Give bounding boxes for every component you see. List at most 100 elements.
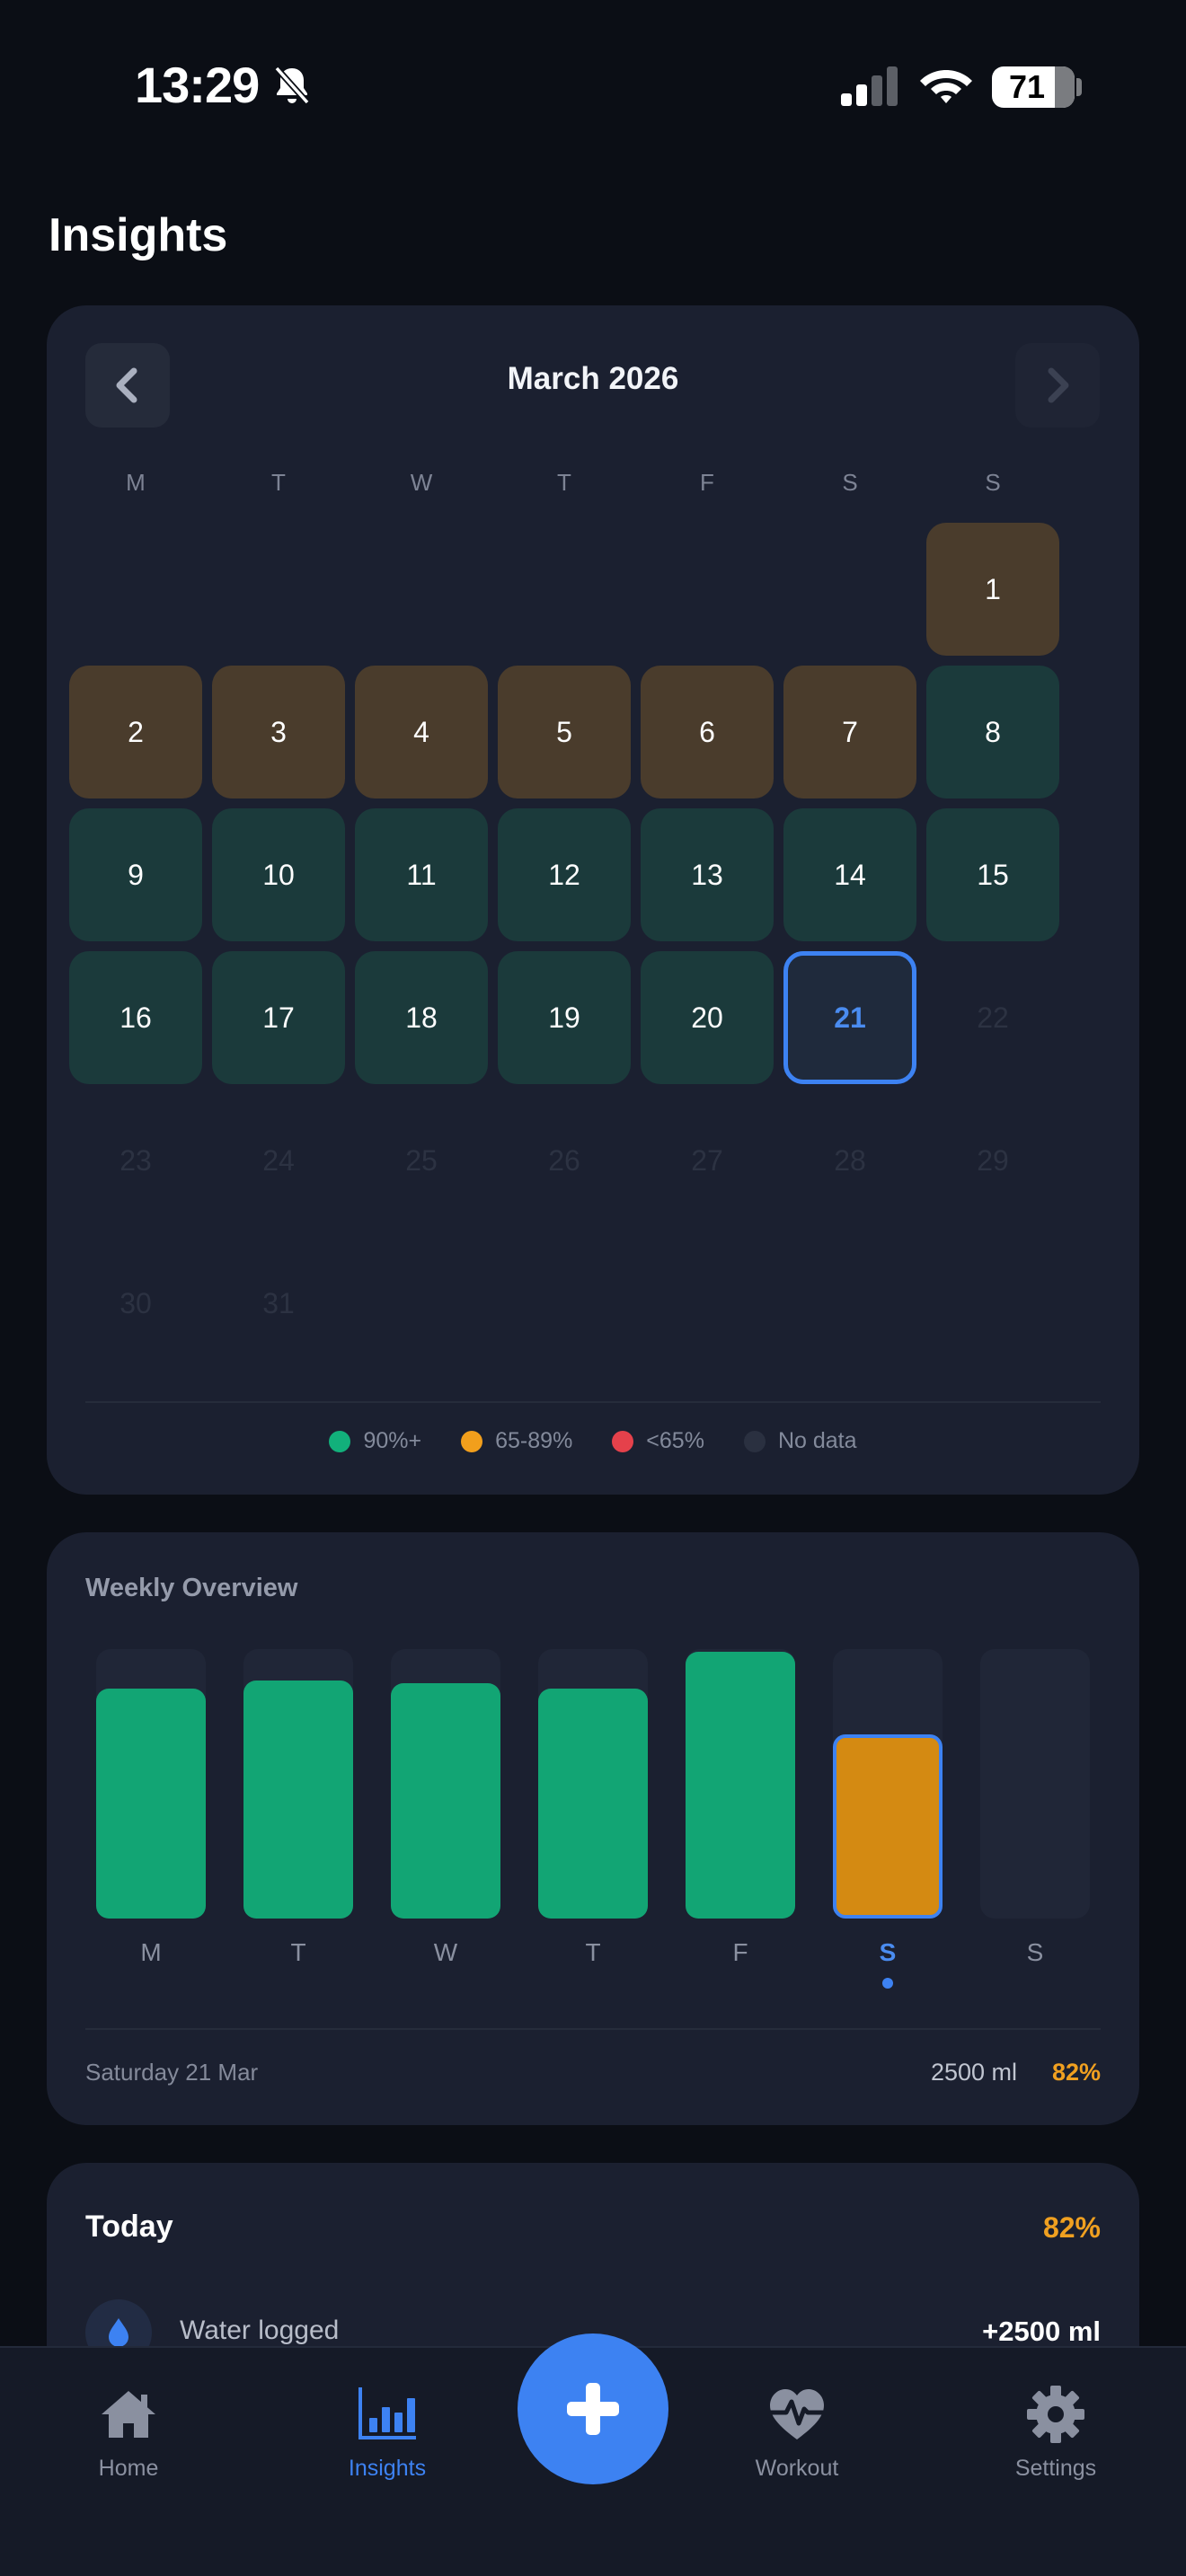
legend-label: 65-89% xyxy=(495,1428,573,1453)
plus-icon xyxy=(567,2383,619,2435)
legend-item: No data xyxy=(743,1428,857,1454)
calendar-day[interactable]: 2 xyxy=(69,666,202,798)
insights-screen: 13:29 71 Insights March 2026 M T W T F S… xyxy=(0,0,1186,2576)
weekday-label: T xyxy=(271,469,286,496)
calendar-day[interactable]: 16 xyxy=(69,951,202,1084)
legend-item: <65% xyxy=(612,1428,704,1454)
weekly-bar xyxy=(243,1681,353,1919)
weekly-bar-label: M xyxy=(140,1938,162,1966)
weekday-label: T xyxy=(557,469,571,496)
calendar-day[interactable]: 10 xyxy=(212,808,345,941)
calendar-day[interactable]: 9 xyxy=(69,808,202,941)
weekly-bar-label: T xyxy=(290,1938,306,1966)
calendar-day[interactable]: 8 xyxy=(926,666,1059,798)
weekly-divider xyxy=(85,2028,1101,2030)
calendar-day: 31 xyxy=(262,1286,295,1319)
calendar-day[interactable]: 17 xyxy=(212,951,345,1084)
weekly-bar-label: T xyxy=(585,1938,601,1966)
legend-item: 90%+ xyxy=(329,1428,421,1454)
tab-settings[interactable]: Settings xyxy=(966,2382,1146,2482)
calendar-day[interactable]: 19 xyxy=(498,951,631,1084)
selected-day-percent: 82% xyxy=(1051,2059,1101,2086)
selected-day-dot xyxy=(882,1978,893,1989)
calendar-day: 25 xyxy=(405,1143,438,1177)
weekly-bar xyxy=(391,1683,500,1919)
calendar-day: 29 xyxy=(977,1143,1009,1177)
selected-day-date: Saturday 21 Mar xyxy=(85,2059,259,2086)
home-icon xyxy=(102,2391,155,2438)
status-time: 13:29 xyxy=(135,57,260,113)
weekday-label: W xyxy=(410,469,433,496)
tab-workout[interactable]: Workout xyxy=(707,2382,887,2482)
calendar-month-label: March 2026 xyxy=(507,361,679,396)
tab-settings-label: Settings xyxy=(1014,2456,1097,2481)
calendar-day[interactable]: 15 xyxy=(926,808,1059,941)
tab-home[interactable]: Home xyxy=(39,2382,218,2482)
page-title: Insights xyxy=(49,209,228,261)
battery-tip xyxy=(1076,78,1082,96)
weekly-bar-label: S xyxy=(879,1938,897,1966)
today-percent: 82% xyxy=(1042,2211,1101,2244)
gear-icon xyxy=(1027,2386,1084,2443)
legend-dot xyxy=(329,1430,351,1452)
calendar-day: 22 xyxy=(977,1001,1009,1034)
water-drop-icon xyxy=(109,2318,128,2347)
weekday-label: F xyxy=(700,469,714,496)
calendar-day[interactable]: 14 xyxy=(783,808,916,941)
weekly-bar xyxy=(538,1689,648,1919)
tab-insights-label: Insights xyxy=(348,2456,427,2481)
weekly-bar-track[interactable] xyxy=(243,1649,353,1919)
weekly-bar-track[interactable] xyxy=(686,1649,795,1919)
chevron-right-icon xyxy=(1048,367,1069,403)
legend-label: <65% xyxy=(646,1428,704,1453)
calendar-day: 23 xyxy=(119,1143,152,1177)
calendar-day: 27 xyxy=(691,1143,723,1177)
weekly-overview-title: Weekly Overview xyxy=(85,1574,298,1602)
weekly-bar-selected xyxy=(833,1734,943,1919)
weekly-bar-track[interactable] xyxy=(538,1649,648,1919)
weekly-bar-track[interactable] xyxy=(980,1649,1090,1919)
weekly-bar-track[interactable] xyxy=(833,1649,943,1919)
workout-icon xyxy=(770,2389,824,2439)
status-bar: 13:29 71 xyxy=(0,0,1186,171)
calendar-day: 24 xyxy=(262,1143,295,1177)
calendar-day[interactable]: 4 xyxy=(355,666,488,798)
legend-item: 65-89% xyxy=(461,1428,572,1454)
weekly-bar-track[interactable] xyxy=(391,1649,500,1919)
add-entry-button[interactable] xyxy=(518,2333,668,2484)
insights-icon xyxy=(358,2387,416,2439)
calendar-day[interactable]: 5 xyxy=(498,666,631,798)
calendar-card: March 2026 MTWTFSS 1 2 3 4 5 6 7 8 9 10 11 12 13 14 15… xyxy=(47,305,1139,1495)
wifi-icon xyxy=(920,70,972,103)
calendar-day: 28 xyxy=(834,1143,866,1177)
calendar-day-selected[interactable]: 21 xyxy=(783,951,916,1084)
calendar-day: 26 xyxy=(548,1143,580,1177)
legend-label: 90%+ xyxy=(363,1428,422,1453)
legend-label: No data xyxy=(777,1428,857,1453)
calendar-day[interactable]: 12 xyxy=(498,808,631,941)
calendar-day[interactable]: 18 xyxy=(355,951,488,1084)
legend-dot xyxy=(461,1430,483,1452)
weekly-bar-label: F xyxy=(732,1938,748,1966)
calendar-day[interactable]: 11 xyxy=(355,808,488,941)
tab-workout-label: Workout xyxy=(755,2456,839,2481)
tab-insights[interactable]: Insights xyxy=(297,2382,477,2482)
calendar-day[interactable]: 20 xyxy=(641,951,774,1084)
calendar-divider xyxy=(85,1401,1101,1403)
weekly-bar-track[interactable] xyxy=(96,1649,206,1919)
battery-indicator: 71 xyxy=(992,66,1075,108)
calendar-legend: 90%+ 65-89% <65% No data xyxy=(47,1428,1139,1454)
today-title: Today xyxy=(85,2210,173,2244)
legend-dot xyxy=(612,1430,634,1452)
calendar-day[interactable]: 1 xyxy=(926,523,1059,656)
water-entry-amount: +2500 ml xyxy=(982,2316,1101,2347)
water-entry-label: Water logged xyxy=(180,2316,340,2345)
weekday-label: M xyxy=(126,469,146,496)
selected-day-volume: 2500 ml xyxy=(930,2059,1017,2086)
weekday-label: S xyxy=(985,469,1001,496)
calendar-day[interactable]: 3 xyxy=(212,666,345,798)
next-month-button[interactable] xyxy=(1015,343,1100,428)
calendar-day[interactable]: 6 xyxy=(641,666,774,798)
calendar-day[interactable]: 13 xyxy=(641,808,774,941)
calendar-day[interactable]: 7 xyxy=(783,666,916,798)
